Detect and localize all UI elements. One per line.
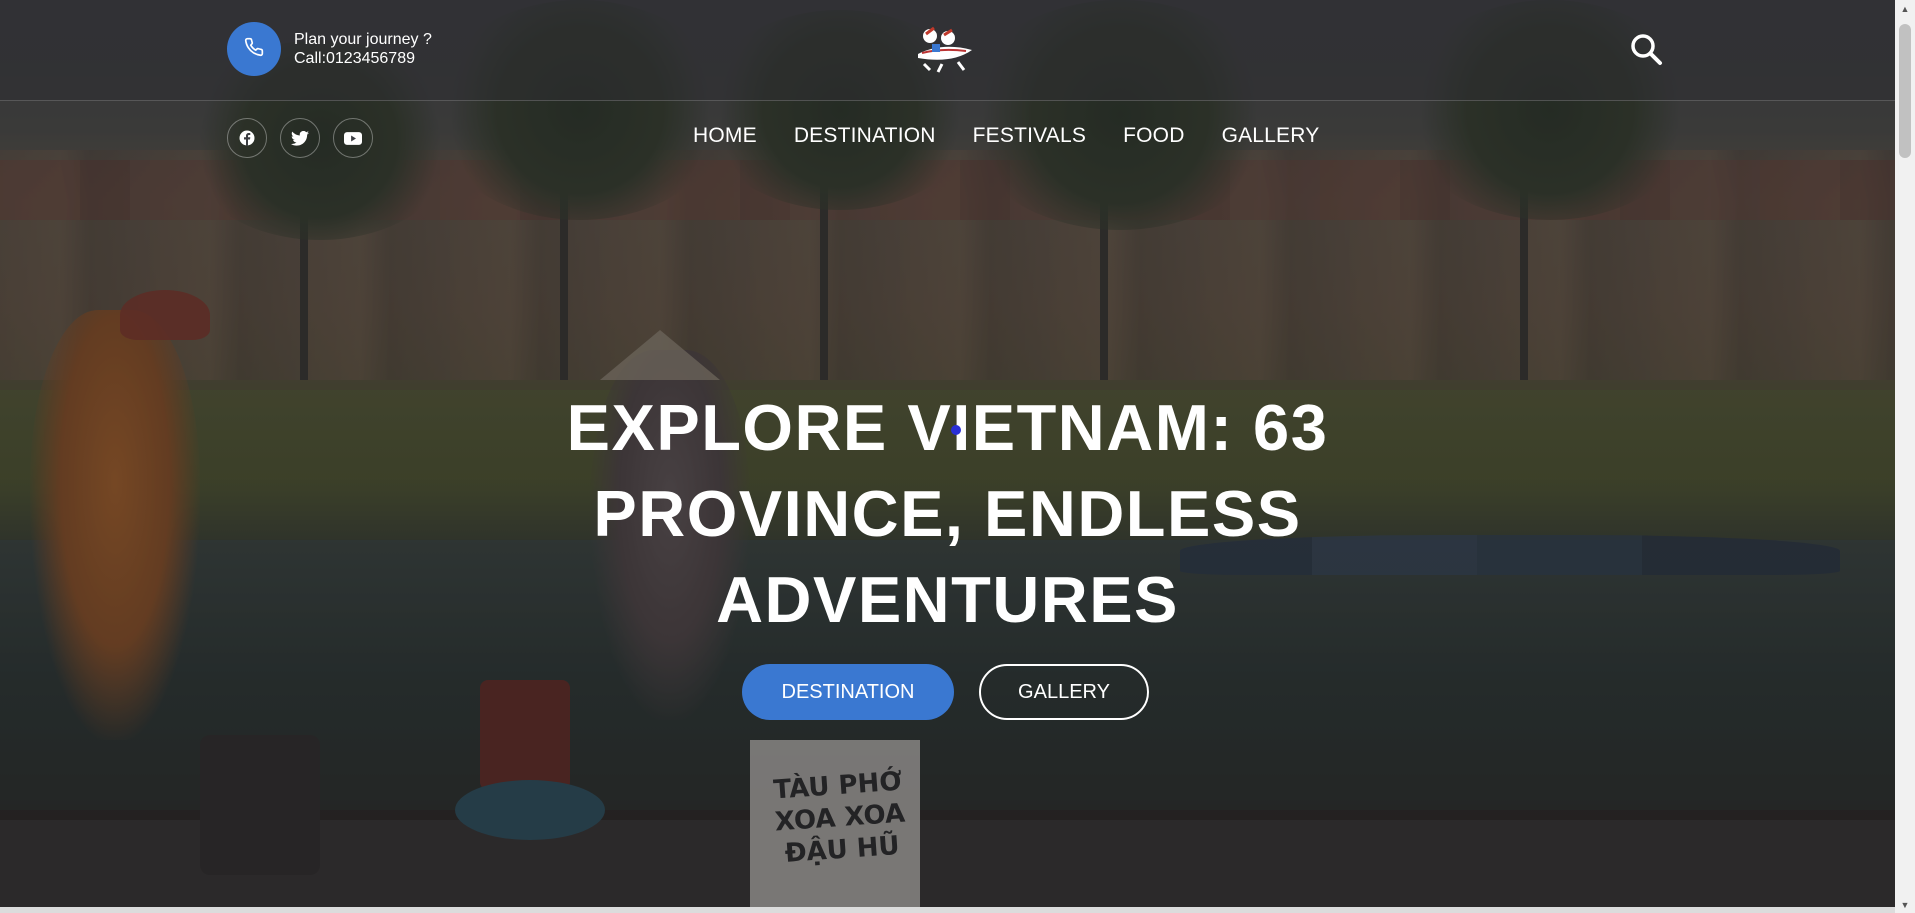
headline-line: ADVENTURES [716, 563, 1179, 636]
scrollbar-thumb[interactable] [1899, 24, 1911, 158]
headline-line: EXPLORE VIETNAM: 63 [566, 391, 1329, 464]
top-bar: Plan your journey ? Call:0123456789 [0, 0, 1895, 101]
nav-food[interactable]: FOOD [1123, 124, 1184, 148]
vertical-scrollbar[interactable]: ▲ ▼ [1895, 0, 1915, 913]
scroll-down-arrow-icon[interactable]: ▼ [1895, 896, 1915, 913]
nav-gallery[interactable]: GALLERY [1222, 124, 1320, 148]
scroll-up-arrow-icon[interactable]: ▲ [1895, 0, 1915, 17]
facebook-link[interactable] [227, 118, 267, 158]
facebook-icon [239, 130, 255, 146]
contact-info: Plan your journey ? Call:0123456789 [294, 30, 432, 68]
nav-festivals[interactable]: FESTIVALS [973, 124, 1086, 148]
youtube-link[interactable] [333, 118, 373, 158]
nav-destination[interactable]: DESTINATION [794, 124, 936, 148]
destination-button[interactable]: DESTINATION [742, 664, 954, 720]
phone-button[interactable] [227, 22, 281, 76]
twitter-link[interactable] [280, 118, 320, 158]
youtube-icon [344, 131, 362, 145]
contact-phone[interactable]: Call:0123456789 [294, 49, 432, 68]
page-bottom-edge [0, 907, 1895, 913]
hero-headline: EXPLORE VIETNAM: 63 PROVINCE, ENDLESS AD… [510, 385, 1385, 643]
main-nav: HOME DESTINATION FESTIVALS FOOD GALLERY [693, 124, 1319, 148]
phone-icon [244, 37, 264, 62]
site-logo[interactable] [912, 24, 978, 74]
logo-mascots-icon [918, 26, 972, 73]
contact-tagline: Plan your journey ? [294, 31, 432, 48]
twitter-icon [291, 130, 309, 146]
search-icon [1631, 34, 1662, 65]
nav-home[interactable]: HOME [693, 124, 757, 148]
headline-line: PROVINCE, ENDLESS [593, 477, 1302, 550]
search-button[interactable] [1629, 32, 1663, 66]
mouse-cursor-dot [951, 425, 961, 435]
gallery-button[interactable]: GALLERY [979, 664, 1149, 720]
